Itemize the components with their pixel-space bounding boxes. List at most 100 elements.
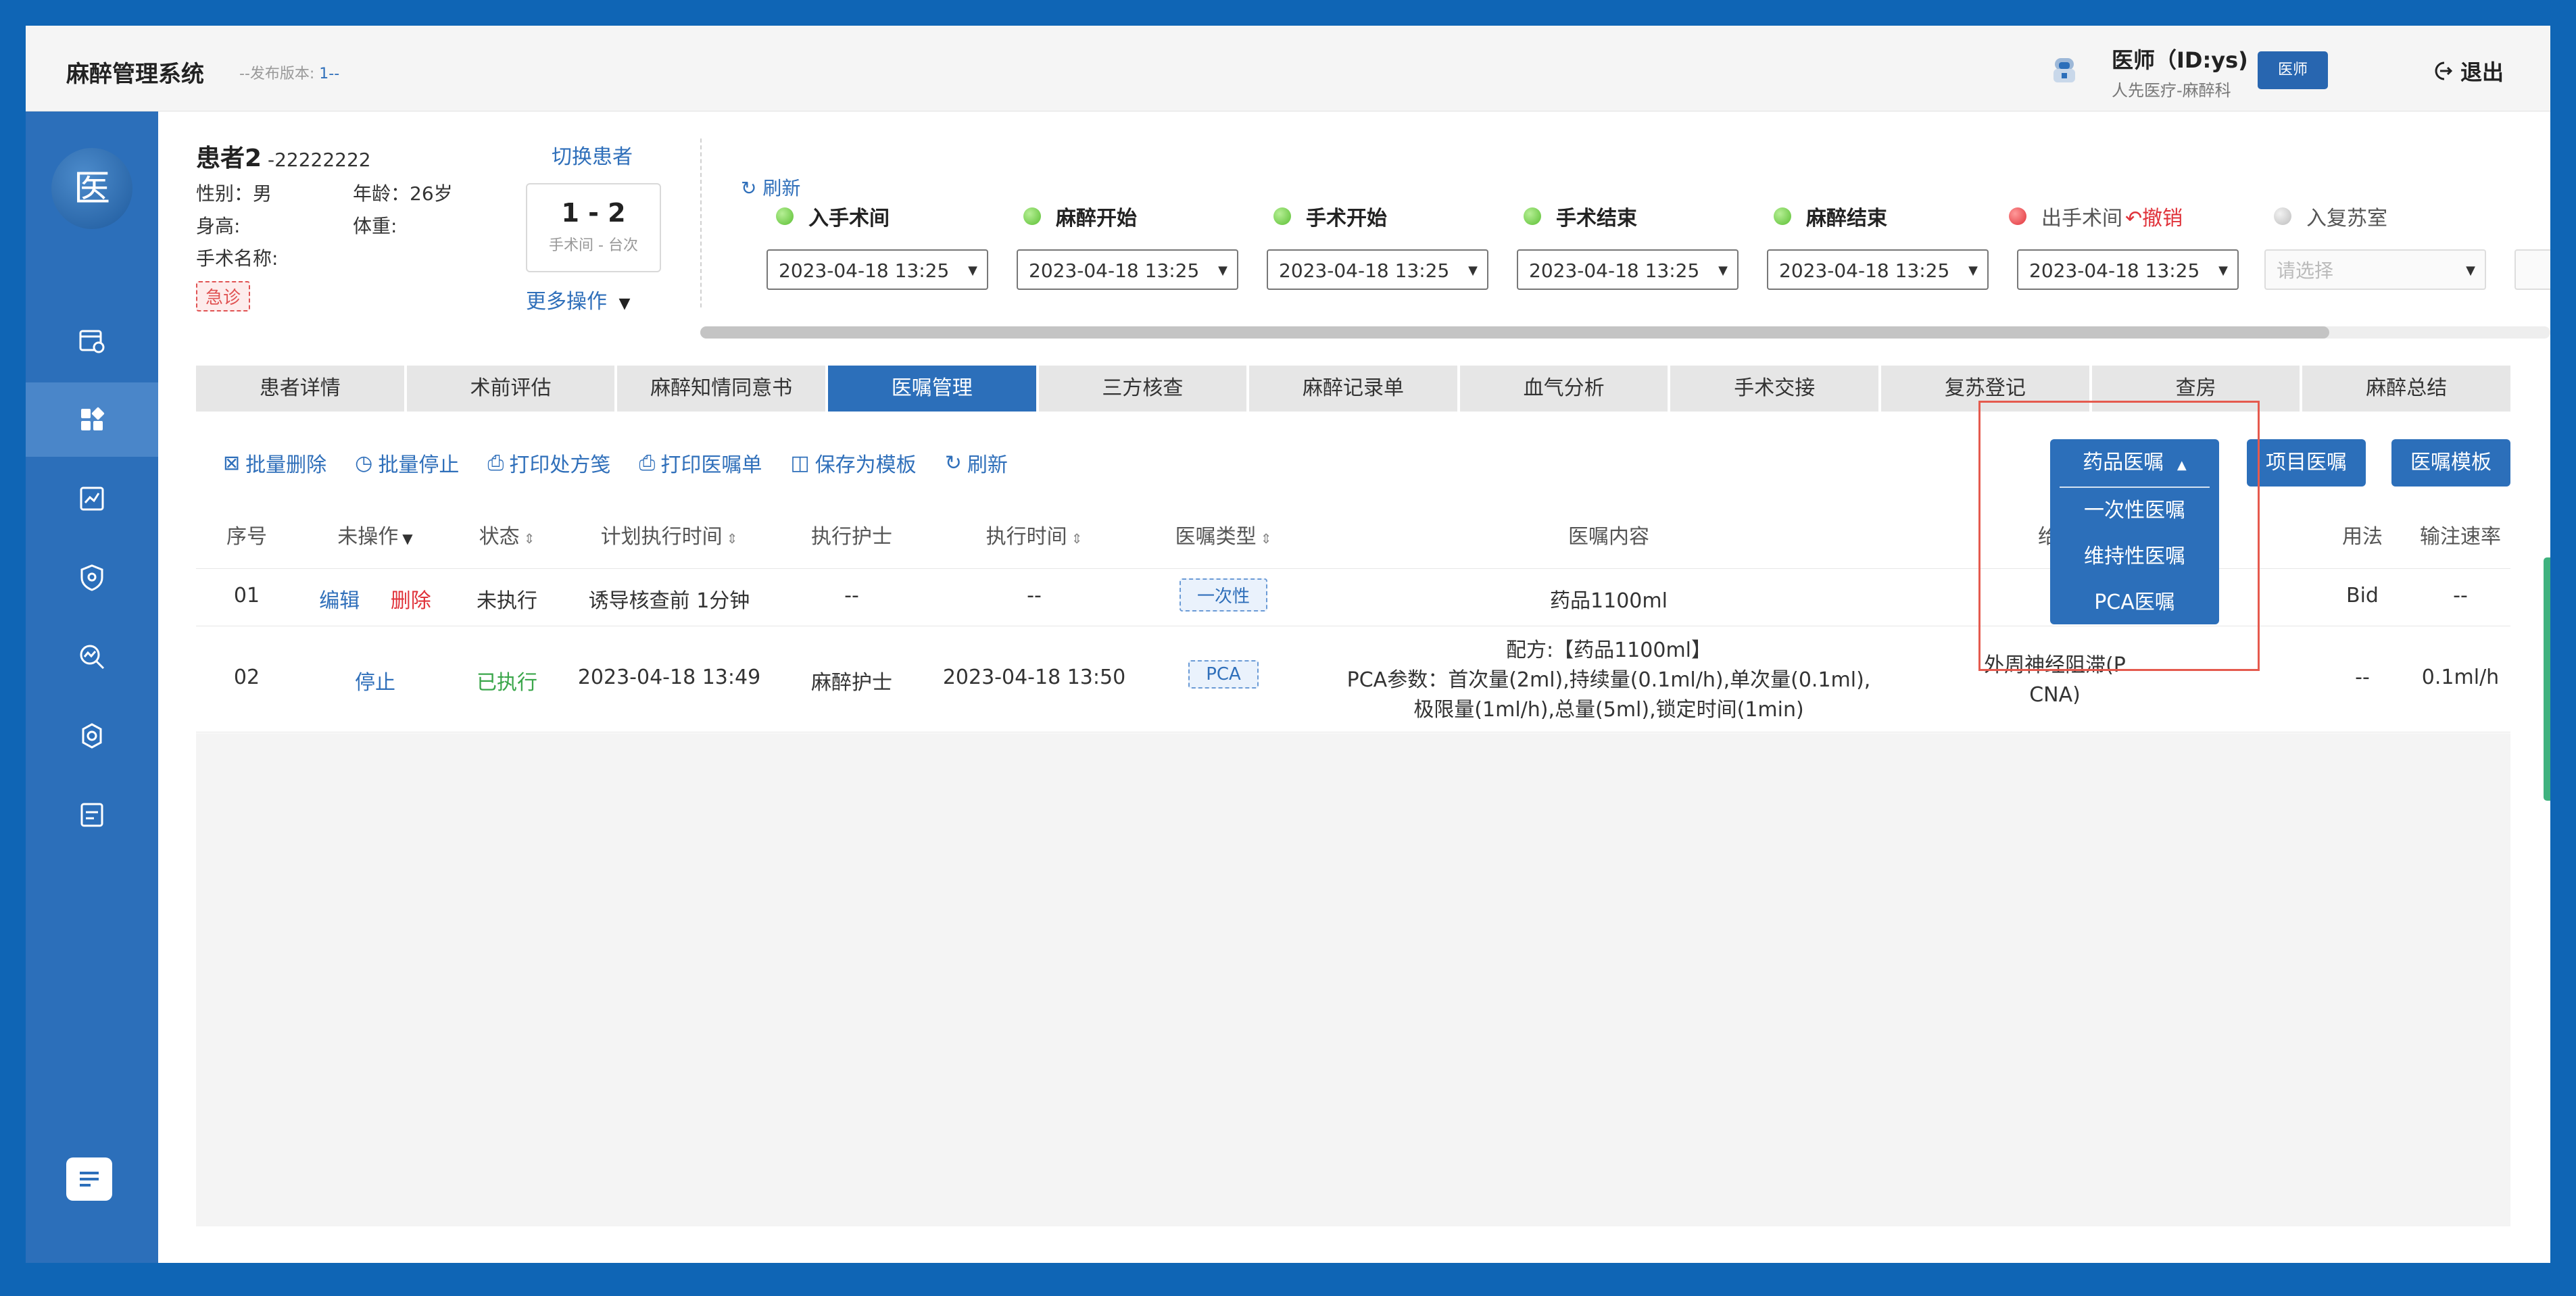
- patient-id: -22222222: [267, 149, 371, 171]
- col-nurse: 执行护士: [811, 525, 892, 549]
- stage-enter-room: 入手术间: [776, 201, 890, 231]
- datetime-select-leave-room[interactable]: 2023-04-18 13:25 ▼: [2017, 249, 2239, 290]
- main-content: 患者2 -22222222 性别：男 年龄：26岁 身高: 体重: 手术名称: …: [158, 111, 2550, 1263]
- stage-surgery-end: 手术结束: [1524, 201, 1637, 231]
- content-line: 配方:【药品1100ml】: [1505, 639, 1711, 662]
- status-dot-icon: [1774, 207, 1791, 225]
- col-exec-time[interactable]: 执行时间 ⇕: [926, 506, 1142, 568]
- highlight-box: [1978, 401, 2260, 671]
- logout-icon: [2435, 61, 2453, 80]
- save-template-button[interactable]: ◫ 保存为模板: [790, 448, 916, 478]
- sidebar-item-forms[interactable]: [26, 778, 158, 852]
- tab-blood-gas[interactable]: 血气分析: [1459, 366, 1668, 412]
- datetime-value: 2023-04-18 13:25: [1279, 259, 1450, 282]
- order-toolbar: ⊠ 批量删除 ◷ 批量停止 ⎙ 打印处方笺 ⎙ 打印医嘱单 ◫ 保存为模板 ↻ 刷新: [223, 448, 1008, 478]
- datetime-select-surgery-end[interactable]: 2023-04-18 13:25 ▼: [1517, 249, 1739, 290]
- surgery-name: 手术名称:: [196, 247, 278, 270]
- caret-down-icon: ▼: [1218, 264, 1228, 278]
- tab-order-management[interactable]: 医嘱管理: [827, 366, 1036, 412]
- timeline-refresh-button[interactable]: ↻ 刷新: [741, 174, 800, 201]
- datetime-select-recovery-room[interactable]: 请选择 ▼: [2264, 249, 2486, 290]
- col-status[interactable]: 状态 ⇕: [453, 506, 561, 568]
- printer-icon: ⎙: [487, 451, 504, 475]
- notes-button[interactable]: [66, 1157, 112, 1201]
- sidebar-item-trend[interactable]: [26, 462, 158, 536]
- top-bar: 麻醉管理系统 --发布版本: 1-- 医师（ID:ys) 人先医疗-麻醉科 医师…: [26, 26, 2550, 111]
- caret-down-icon: ▼: [1968, 264, 1978, 278]
- col-operation[interactable]: 未操作 ▼: [297, 506, 453, 568]
- batch-delete-button[interactable]: ⊠ 批量删除: [223, 448, 326, 478]
- document-icon: [80, 1172, 99, 1187]
- datetime-select-anesthesia-end[interactable]: 2023-04-18 13:25 ▼: [1767, 249, 1989, 290]
- stage-anesthesia-start: 麻醉开始: [1023, 201, 1137, 231]
- row-content: 配方:【药品1100ml】 PCA参数：首次量(2ml),持续量(0.1ml/h…: [1305, 636, 1913, 725]
- timeline-refresh-label: 刷新: [762, 177, 801, 199]
- version-label: --发布版本:: [239, 66, 315, 82]
- table-empty-area: [196, 733, 2510, 1226]
- tab-anesthesia-record[interactable]: 麻醉记录单: [1249, 366, 1457, 412]
- delete-link[interactable]: 删除: [391, 589, 431, 613]
- sidebar-item-schedule[interactable]: [26, 303, 158, 378]
- edit-link[interactable]: 编辑: [319, 589, 360, 613]
- sort-icon: ⇕: [523, 530, 535, 547]
- print-orders-button[interactable]: ⎙ 打印医嘱单: [639, 448, 762, 478]
- side-handle[interactable]: [2544, 557, 2550, 801]
- scrollbar-thumb[interactable]: [700, 326, 2329, 339]
- col-plan-time[interactable]: 计划执行时间 ⇕: [561, 506, 777, 568]
- more-operations-dropdown[interactable]: 更多操作 ▼: [526, 284, 630, 314]
- print-prescription-button[interactable]: ⎙ 打印处方笺: [487, 448, 610, 478]
- row-plan-time: 2023-04-18 13:49: [577, 666, 761, 689]
- datetime-value: 2023-04-18 13:25: [2029, 259, 2200, 282]
- horizontal-scrollbar[interactable]: [700, 326, 2550, 339]
- trend-chart-icon: [80, 487, 104, 511]
- stop-link[interactable]: 停止: [355, 671, 395, 695]
- datetime-select-next[interactable]: [2514, 249, 2550, 290]
- datetime-value: 2023-04-18 13:25: [779, 259, 950, 282]
- user-department: 人先医疗-麻醉科: [2112, 81, 2231, 100]
- sidebar-item-security[interactable]: [26, 541, 158, 615]
- datetime-select-surgery-start[interactable]: 2023-04-18 13:25 ▼: [1267, 249, 1488, 290]
- datetime-select-anesthesia-start[interactable]: 2023-04-18 13:25 ▼: [1017, 249, 1238, 290]
- row-exec-time: 2023-04-18 13:50: [942, 666, 1126, 689]
- sidebar-item-dashboard[interactable]: [26, 382, 158, 457]
- tab-preop-assessment[interactable]: 术前评估: [406, 366, 615, 412]
- col-operation-label: 未操作: [337, 525, 399, 549]
- batch-stop-button[interactable]: ◷ 批量停止: [355, 448, 459, 478]
- sidebar-item-analysis[interactable]: [26, 620, 158, 694]
- row-actions: 停止: [297, 666, 453, 695]
- order-templates-button[interactable]: 医嘱模板: [2391, 439, 2510, 487]
- room-box: 1 - 2 手术间 - 台次: [526, 183, 661, 272]
- refresh-button[interactable]: ↻ 刷新: [945, 448, 1008, 478]
- datetime-value: 2023-04-18 13:25: [1529, 259, 1700, 282]
- stage-label: 手术结束: [1556, 207, 1637, 230]
- col-status-label: 状态: [479, 525, 520, 549]
- status-dot-icon: [1273, 207, 1291, 225]
- patient-height: 身高:: [196, 215, 241, 237]
- switch-patient-link[interactable]: 切换患者: [552, 140, 633, 170]
- item-orders-button[interactable]: 项目医嘱: [2247, 439, 2366, 487]
- datetime-select-enter-room[interactable]: 2023-04-18 13:25 ▼: [767, 249, 988, 290]
- tab-anesthesia-summary[interactable]: 麻醉总结: [2302, 366, 2511, 412]
- col-order-type[interactable]: 医嘱类型 ⇕: [1142, 506, 1305, 568]
- col-order-type-label: 医嘱类型: [1175, 525, 1257, 549]
- sidebar-item-settings[interactable]: [26, 699, 158, 773]
- undo-arrow-icon: ↶: [2125, 207, 2143, 230]
- datetime-value: 2023-04-18 13:25: [1779, 259, 1950, 282]
- tab-handover[interactable]: 手术交接: [1670, 366, 1879, 412]
- logout-button[interactable]: 退出: [2431, 55, 2504, 86]
- sort-icon: ⇕: [1260, 530, 1272, 547]
- tab-consent-form[interactable]: 麻醉知情同意书: [617, 366, 825, 412]
- tab-patient-details[interactable]: 患者详情: [196, 366, 404, 412]
- col-exec-time-label: 执行时间: [986, 525, 1067, 549]
- row-order-type: PCA: [1142, 660, 1305, 689]
- urgent-badge: 急诊: [196, 281, 251, 311]
- refresh-label: 刷新: [967, 453, 1008, 477]
- col-order-content: 医嘱内容: [1568, 525, 1649, 549]
- version-value: 1--: [319, 66, 340, 82]
- tab-three-party-check[interactable]: 三方核查: [1038, 366, 1247, 412]
- version-info: --发布版本: 1--: [239, 61, 339, 83]
- undo-link[interactable]: ↶撤销: [2125, 201, 2183, 231]
- refresh-icon: ↻: [741, 177, 757, 199]
- batch-delete-label: 批量删除: [245, 453, 327, 477]
- clock-icon: ◷: [355, 451, 373, 475]
